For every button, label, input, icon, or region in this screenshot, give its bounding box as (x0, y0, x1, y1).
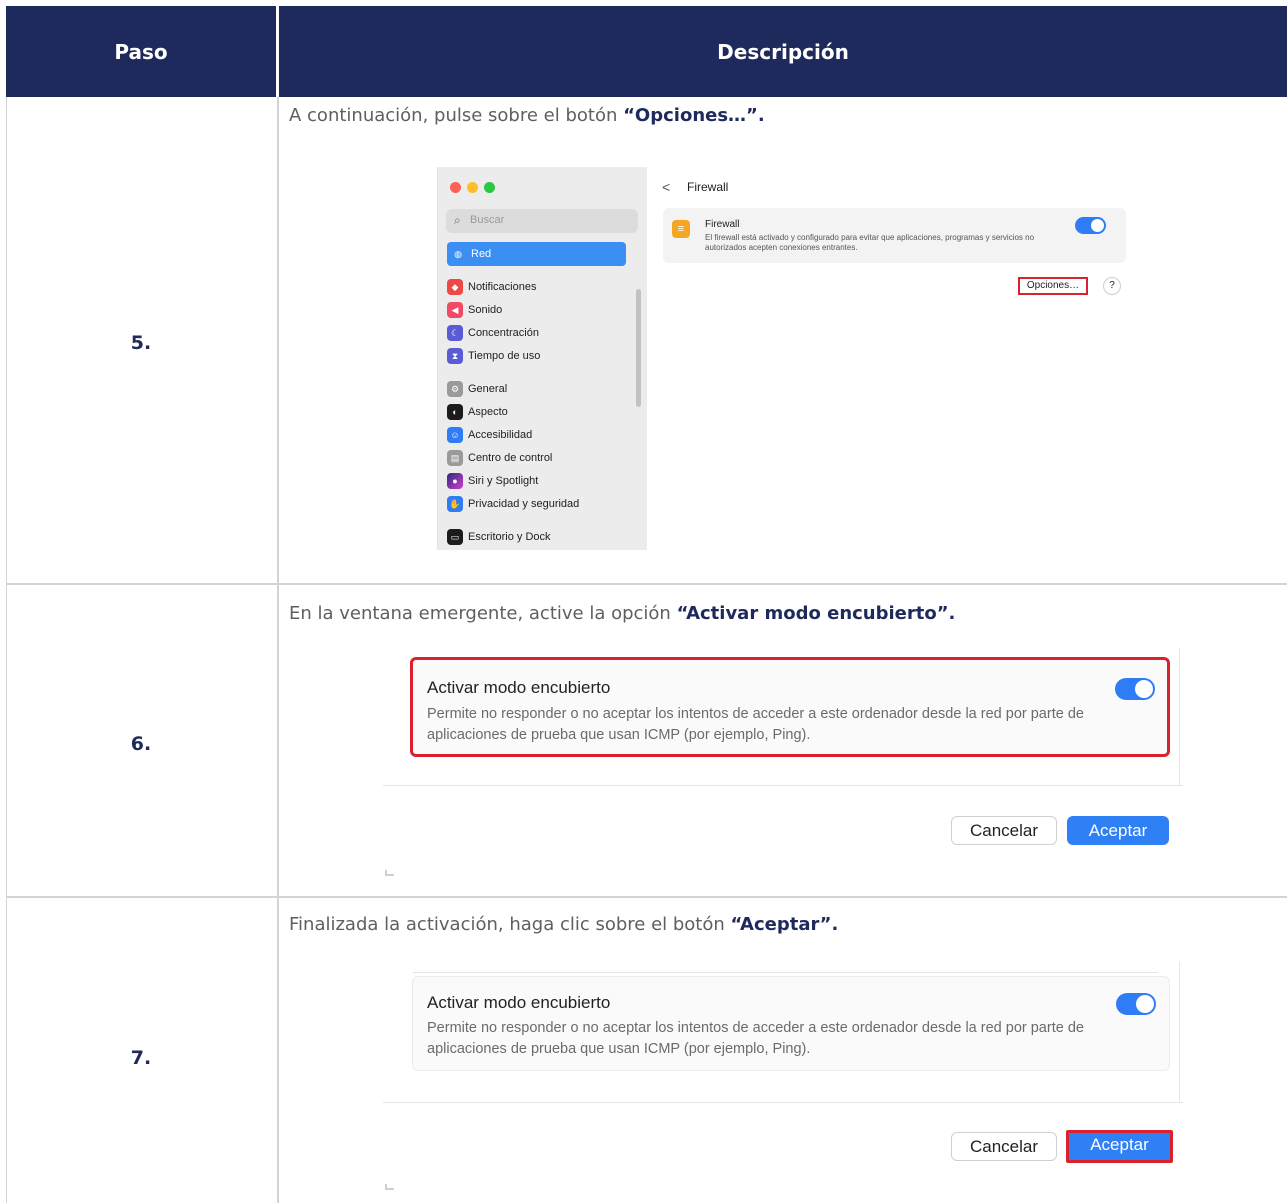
search-placeholder: Buscar (470, 214, 505, 226)
search-input[interactable]: ⌕ Buscar (446, 209, 638, 233)
hand-icon: ✋ (447, 496, 463, 512)
minimize-window-icon[interactable] (467, 182, 478, 193)
dialog-edge (1179, 962, 1180, 1102)
row-divider (6, 583, 1287, 585)
accept-dialog-screenshot: Activar modo encubierto Permite no respo… (383, 962, 1183, 1194)
stealth-dialog-screenshot: Activar modo encubierto Permite no respo… (383, 648, 1183, 878)
sidebar-item-siri[interactable]: ● Siri y Spotlight (447, 470, 627, 492)
dialog-divider (383, 1102, 1183, 1103)
siri-icon: ● (447, 473, 463, 489)
sidebar-item-general[interactable]: ⚙ General (447, 378, 627, 400)
step-instruction-5: A continuación, pulse sobre el botón “Op… (289, 105, 765, 126)
accessibility-icon: ☺ (447, 427, 463, 443)
option-title: Activar modo encubierto (427, 993, 611, 1012)
step-instruction-7: Finalizada la activación, haga clic sobr… (289, 914, 838, 935)
step-number-6: 6. (130, 733, 152, 755)
option-title: Activar modo encubierto (427, 678, 611, 697)
sidebar-item-aspecto[interactable]: ◐ Aspecto (447, 401, 627, 423)
sidebar-item-concentracion[interactable]: ☾ Concentración (447, 322, 627, 344)
dialog-divider (383, 785, 1183, 786)
moon-icon: ☾ (447, 325, 463, 341)
sidebar-item-tiempo-de-uso[interactable]: ⧗ Tiempo de uso (447, 345, 627, 367)
search-icon: ⌕ (454, 213, 461, 227)
sidebar-item-label: Aspecto (468, 406, 508, 418)
control-center-icon: ▤ (447, 450, 463, 466)
appearance-icon: ◐ (447, 404, 463, 420)
sidebar-item-privacidad[interactable]: ✋ Privacidad y seguridad (447, 493, 627, 515)
sidebar-item-notificaciones[interactable]: ◆ Notificaciones (447, 276, 627, 298)
resize-corner (385, 1184, 394, 1190)
bell-icon: ◆ (447, 279, 463, 295)
sidebar-item-sonido[interactable]: ◀ Sonido (447, 299, 627, 321)
instruction-text: En la ventana emergente, active la opció… (289, 603, 677, 624)
hourglass-icon: ⧗ (447, 348, 463, 364)
instruction-bold: “Aceptar”. (730, 914, 839, 935)
sidebar-item-escritorio-dock[interactable]: ▭ Escritorio y Dock (447, 526, 627, 548)
gear-icon: ⚙ (447, 381, 463, 397)
back-chevron-icon[interactable]: < (662, 179, 670, 195)
resize-corner (385, 870, 394, 876)
speaker-icon: ◀ (447, 302, 463, 318)
system-settings-screenshot: ⌕ Buscar ◍ Red ◆ Notificaciones ◀ Sonido… (437, 167, 1127, 550)
accept-button[interactable]: Aceptar (1067, 816, 1169, 845)
settings-main-pane: < Firewall ≡ Firewall El firewall está a… (647, 167, 1127, 550)
instruction-bold: “Activar modo encubierto”. (676, 603, 956, 624)
header-paso: Paso (6, 6, 276, 97)
dialog-edge (1179, 648, 1180, 786)
sidebar-item-label: Red (471, 248, 492, 260)
sidebar-item-label: Sonido (468, 304, 503, 316)
firewall-panel: ≡ Firewall El firewall está activado y c… (663, 208, 1126, 263)
sidebar-item-label: General (468, 383, 508, 395)
sidebar-item-label: Escritorio y Dock (468, 531, 551, 543)
stealth-mode-toggle[interactable] (1115, 678, 1155, 700)
help-button[interactable]: ? (1103, 277, 1121, 295)
instruction-bold: “Opciones…”. (623, 105, 765, 126)
stealth-mode-option: Activar modo encubierto Permite no respo… (410, 657, 1170, 757)
settings-sidebar: ⌕ Buscar ◍ Red ◆ Notificaciones ◀ Sonido… (438, 167, 647, 550)
pane-title: Firewall (687, 180, 729, 194)
step-number-5: 5. (130, 332, 152, 354)
sidebar-scrollbar[interactable] (636, 289, 641, 407)
close-window-icon[interactable] (450, 182, 461, 193)
sidebar-item-label: Tiempo de uso (468, 350, 541, 362)
firewall-toggle[interactable] (1075, 217, 1106, 234)
sidebar-item-red[interactable]: ◍ Red (447, 242, 626, 266)
stealth-mode-toggle[interactable] (1116, 993, 1156, 1015)
sidebar-item-label: Notificaciones (468, 281, 537, 293)
globe-icon: ◍ (454, 248, 462, 259)
dialog-top-line (413, 972, 1158, 973)
sidebar-item-centro-de-control[interactable]: ▤ Centro de control (447, 447, 627, 469)
sidebar-item-label: Accesibilidad (468, 429, 533, 441)
sidebar-item-label: Concentración (468, 327, 539, 339)
step-number-7: 7. (130, 1047, 152, 1069)
accept-button[interactable]: Aceptar (1066, 1130, 1173, 1163)
firewall-icon: ≡ (672, 220, 690, 238)
dock-icon: ▭ (447, 529, 463, 545)
firewall-description: El firewall está activado y configurado … (705, 233, 1035, 252)
left-border (6, 97, 7, 1203)
instruction-text: A continuación, pulse sobre el botón (289, 105, 624, 126)
option-description: Permite no responder o no aceptar los in… (427, 706, 1084, 743)
maximize-window-icon[interactable] (484, 182, 495, 193)
sidebar-item-label: Centro de control (468, 452, 553, 464)
option-description: Permite no responder o no aceptar los in… (427, 1020, 1084, 1057)
cancel-button[interactable]: Cancelar (951, 1132, 1057, 1161)
sidebar-item-label: Siri y Spotlight (468, 475, 539, 487)
stealth-mode-option: Activar modo encubierto Permite no respo… (412, 976, 1170, 1071)
header-descripcion: Descripción (279, 6, 1287, 97)
row-divider (6, 896, 1287, 898)
column-divider (277, 97, 279, 1203)
sidebar-item-label: Privacidad y seguridad (468, 498, 580, 510)
sidebar-item-accesibilidad[interactable]: ☺ Accesibilidad (447, 424, 627, 446)
options-button[interactable]: Opciones… (1018, 277, 1088, 295)
step-instruction-6: En la ventana emergente, active la opció… (289, 603, 955, 624)
instruction-text: Finalizada la activación, haga clic sobr… (289, 914, 731, 935)
cancel-button[interactable]: Cancelar (951, 816, 1057, 845)
firewall-name: Firewall (705, 219, 740, 230)
